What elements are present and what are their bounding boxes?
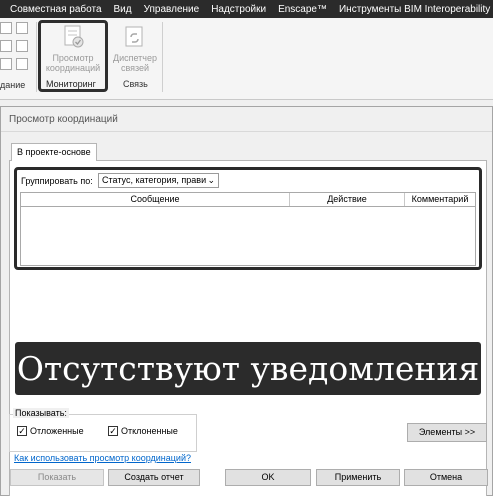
title-divider xyxy=(1,131,492,132)
tab-view[interactable]: Вид xyxy=(108,4,138,15)
element-icon[interactable] xyxy=(0,22,12,34)
column-action[interactable]: Действие xyxy=(290,193,405,206)
checkbox-rejected[interactable]: ✓ Отклоненные xyxy=(108,426,178,436)
checkbox-postponed-label: Отложенные xyxy=(30,426,84,436)
column-message[interactable]: Сообщение xyxy=(21,193,290,206)
show-button[interactable]: Показать xyxy=(10,469,104,486)
element-icon[interactable] xyxy=(0,58,12,70)
element-icon[interactable] xyxy=(16,22,28,34)
apply-button[interactable]: Применить xyxy=(316,469,400,486)
group-by-label: Группировать по: xyxy=(21,176,93,186)
link-manager-label-line2: связей xyxy=(120,63,150,73)
panel-divider xyxy=(36,22,37,92)
elements-button[interactable]: Элементы >> xyxy=(407,423,487,442)
checkbox-checked-icon[interactable]: ✓ xyxy=(108,426,118,436)
checkbox-rejected-label: Отклоненные xyxy=(121,426,178,436)
checkbox-postponed[interactable]: ✓ Отложенные xyxy=(17,426,84,436)
dialog-title: Просмотр координаций xyxy=(9,114,118,125)
table-header: Сообщение Действие Комментарий xyxy=(21,193,475,207)
column-comment[interactable]: Комментарий xyxy=(405,193,475,206)
tab-bim-interoperability[interactable]: Инструменты BIM Interoperability xyxy=(333,4,493,15)
create-panel-icons xyxy=(0,22,32,72)
panel-label-link: Связь xyxy=(123,79,148,89)
group-by-dropdown[interactable]: Статус, категория, прави ⌄ xyxy=(98,173,219,188)
link-manager-icon xyxy=(122,24,148,50)
element-icon[interactable] xyxy=(0,40,12,52)
tab-enscape[interactable]: Enscape™ xyxy=(272,4,333,15)
messages-table: Сообщение Действие Комментарий xyxy=(20,192,476,266)
no-notifications-banner: Отсутствуют уведомления xyxy=(15,342,481,395)
tab-collaborate[interactable]: Совместная работа xyxy=(0,4,108,15)
panel-divider xyxy=(162,22,163,92)
panel-label-create: дание xyxy=(0,80,26,90)
element-icon[interactable] xyxy=(16,40,28,52)
tab-manage[interactable]: Управление xyxy=(138,4,206,15)
show-label: Показывать: xyxy=(13,408,69,418)
help-link[interactable]: Как использовать просмотр координаций? xyxy=(14,453,191,463)
coordination-review-dialog: Просмотр координаций В проекте-основе Гр… xyxy=(0,106,493,496)
chevron-down-icon: ⌄ xyxy=(207,175,215,185)
create-report-button[interactable]: Создать отчет xyxy=(108,469,200,486)
element-icon[interactable] xyxy=(16,58,28,70)
ribbon-tabs: Совместная работа Вид Управление Надстро… xyxy=(0,0,493,18)
panel-label-monitoring: Мониторинг xyxy=(46,79,96,89)
ribbon: Совместная работа Вид Управление Надстро… xyxy=(0,0,493,100)
tab-host-project[interactable]: В проекте-основе xyxy=(11,143,97,161)
ribbon-panels: дание Просмотр координаций Мониторинг Ди… xyxy=(0,18,493,100)
checkbox-checked-icon[interactable]: ✓ xyxy=(17,426,27,436)
ok-button[interactable]: OK xyxy=(225,469,311,486)
cancel-button[interactable]: Отмена xyxy=(404,469,488,486)
messages-section: Группировать по: Статус, категория, прав… xyxy=(14,167,482,270)
link-manager-label-line1: Диспетчер xyxy=(112,53,158,63)
link-manager-button[interactable]: Диспетчер связей xyxy=(110,24,160,73)
tab-addins[interactable]: Надстройки xyxy=(205,4,272,15)
group-by-value: Статус, категория, прави xyxy=(102,175,207,185)
